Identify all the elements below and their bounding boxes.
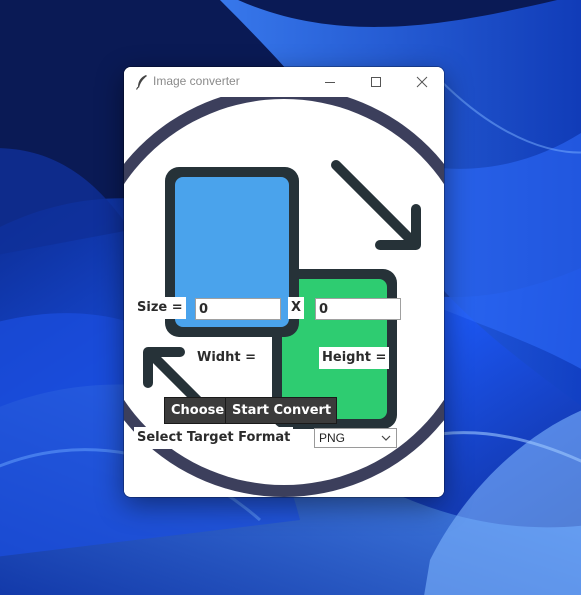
window-title: Image converter xyxy=(153,74,240,88)
start-convert-button[interactable]: Start Convert xyxy=(225,397,337,424)
minimize-icon xyxy=(325,82,335,83)
select-target-format-label: Select Target Format xyxy=(134,427,294,449)
window-client-area: Size = X Widht = Height = Choose Start C… xyxy=(124,97,444,497)
title-bar[interactable]: Image converter xyxy=(124,67,444,97)
target-format-select[interactable]: PNG xyxy=(314,428,397,448)
height-label: Height = xyxy=(319,347,390,369)
height-input[interactable] xyxy=(315,298,401,320)
maximize-button[interactable] xyxy=(353,67,399,97)
maximize-icon xyxy=(371,77,381,87)
desktop: Image converter Size = 0 X 0 Widht = Hei… xyxy=(0,0,581,595)
minimize-button[interactable] xyxy=(307,67,353,97)
target-format-value: PNG xyxy=(319,431,346,445)
feather-icon xyxy=(135,75,147,90)
image-converter-window: Image converter Size = 0 X 0 Widht = Hei… xyxy=(124,67,444,497)
chevron-down-icon xyxy=(381,435,391,441)
width-label: Widht = xyxy=(194,347,259,369)
close-icon xyxy=(416,76,428,88)
close-button[interactable] xyxy=(399,67,444,97)
choose-button[interactable]: Choose xyxy=(164,397,226,424)
x-separator-label: X xyxy=(288,297,305,319)
size-label: Size = xyxy=(134,297,186,319)
width-input[interactable] xyxy=(195,298,281,320)
